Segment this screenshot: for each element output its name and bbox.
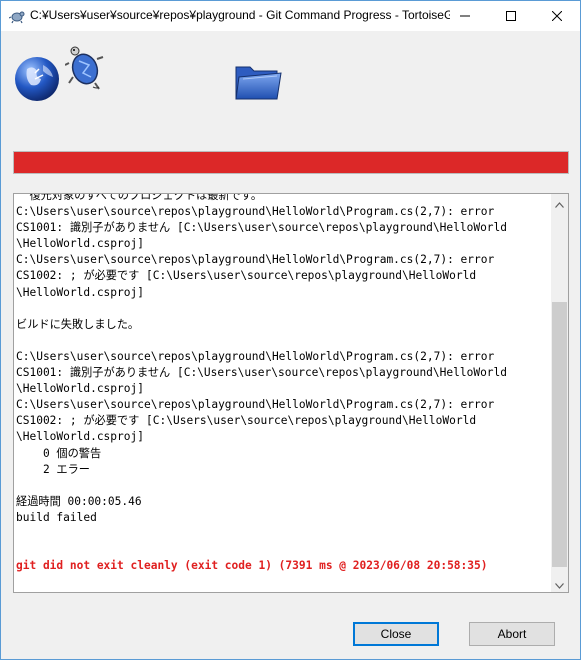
log-error-line: git did not exit cleanly (exit code 1) (… [16,559,488,573]
log-line: CS1001: 識別子がありません [C:\Users\user\source\… [16,221,508,235]
output-log[interactable]: 復元対象のすべてのプロジェクトは最新です。 C:\Users\user\sourc… [13,193,569,593]
window-title: C:¥Users¥user¥source¥repos¥playground - … [30,8,450,22]
log-line: CS1001: 識別子がありません [C:\Users\user\source\… [16,366,508,380]
log-line: ビルドに失敗しました。 [16,317,140,331]
log-line: 0 個の警告 [16,446,102,460]
log-line: \HelloWorld.csproj] [16,382,144,396]
log-line: CS1002: ; が必要です [C:\Users\user\source\re… [16,269,477,283]
title-bar[interactable]: C:¥Users¥user¥source¥repos¥playground - … [1,1,580,31]
log-line: C:\Users\user\source\repos\playground\He… [16,253,495,267]
close-icon [552,11,562,21]
log-line: C:\Users\user\source\repos\playground\He… [16,398,495,412]
log-line: \HelloWorld.csproj] [16,285,144,299]
scroll-down-button[interactable] [551,575,568,592]
log-line: CS1002: ; が必要です [C:\Users\user\source\re… [16,414,477,428]
minimize-icon [460,11,470,21]
progress-bar-fill [14,152,568,173]
scrollbar-thumb[interactable] [552,302,567,567]
abort-button[interactable]: Abort [469,622,555,646]
log-line: C:\Users\user\source\repos\playground\He… [16,205,495,219]
log-line: 復元対象のすべてのプロジェクトは最新です。 [16,193,263,202]
minimize-button[interactable] [442,1,488,31]
turtle-icon [64,43,105,97]
scroll-up-button[interactable] [551,194,568,211]
log-lines: 復元対象のすべてのプロジェクトは最新です。 C:\Users\user\sourc… [16,193,550,574]
progress-animation [1,31,580,141]
tortoisegit-icon [8,8,25,24]
log-line: 経過時間 00:00:05.46 [16,494,142,508]
folder-icon [233,57,283,107]
git-progress-window: C:¥Users¥user¥source¥repos¥playground - … [0,0,581,660]
log-line: \HelloWorld.csproj] [16,237,144,251]
log-line: build failed [16,510,97,524]
log-line: 2 エラー [16,462,90,476]
vertical-scrollbar[interactable] [551,194,568,592]
scroll-down-arrow-icon [555,574,564,592]
log-line: C:\Users\user\source\repos\playground\He… [16,349,495,363]
maximize-icon [506,11,516,21]
scroll-up-arrow-icon [555,194,564,212]
close-window-button[interactable] [534,1,580,31]
log-line: \HelloWorld.csproj] [16,430,144,444]
maximize-button[interactable] [488,1,534,31]
close-button[interactable]: Close [353,622,439,646]
globe-icon [13,55,61,107]
progress-bar [13,151,569,174]
